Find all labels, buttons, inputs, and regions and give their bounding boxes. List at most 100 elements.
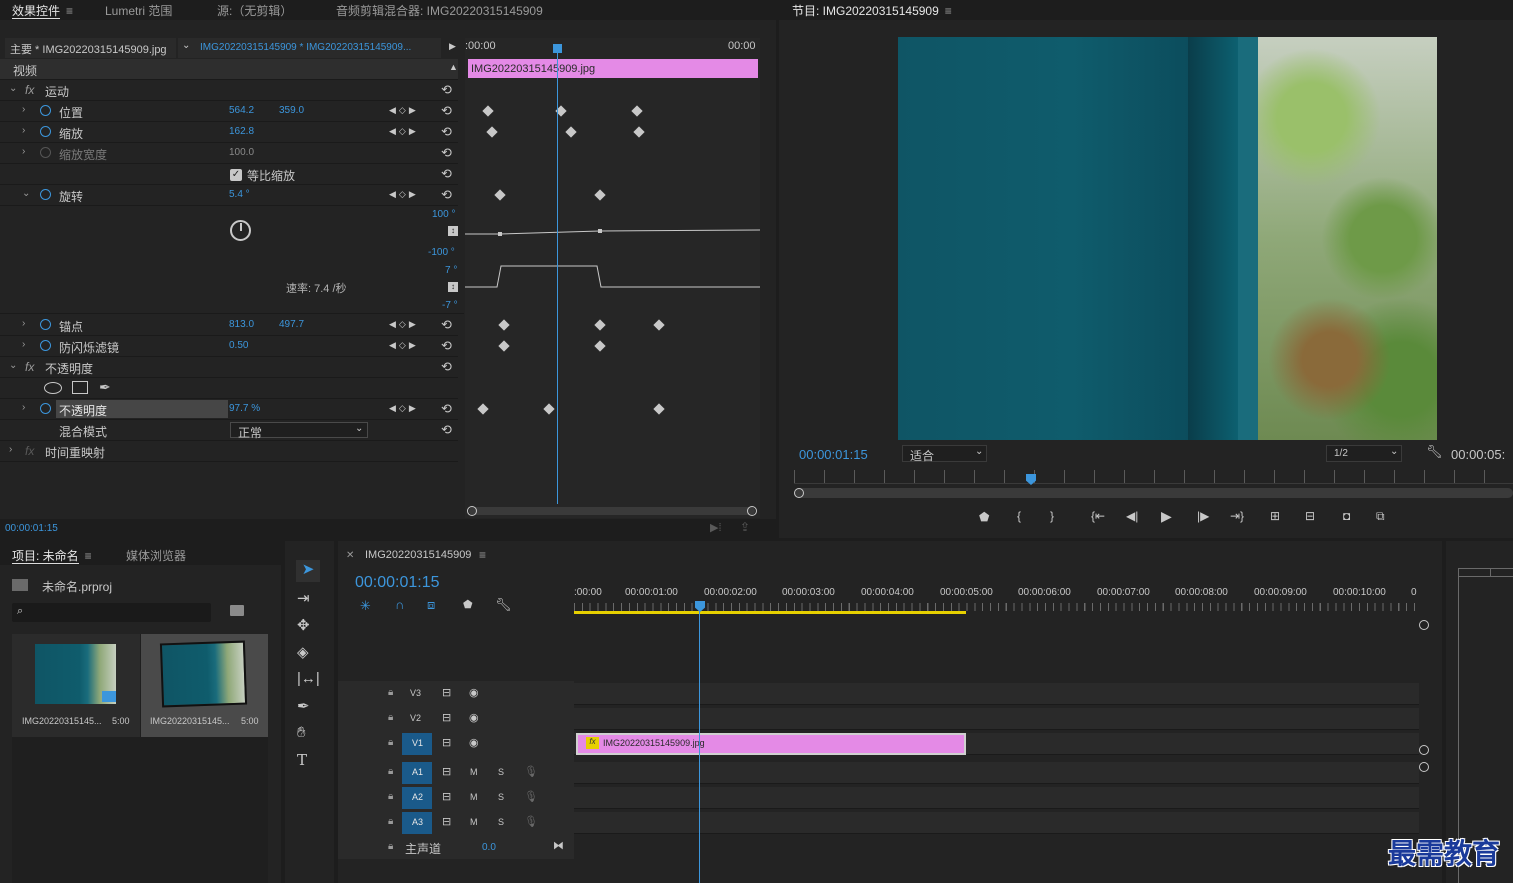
- anti-flicker-value[interactable]: 0.50: [229, 340, 248, 351]
- go-to-in-icon[interactable]: {⇤: [1091, 509, 1105, 523]
- new-bin-icon[interactable]: [230, 605, 244, 616]
- solo-button[interactable]: S: [498, 817, 504, 827]
- chevron-right-icon[interactable]: ›: [22, 125, 25, 136]
- position-x-value[interactable]: 564.2: [229, 105, 254, 116]
- selection-tool-icon[interactable]: ➤: [296, 560, 320, 582]
- track-select-icon[interactable]: ⇥: [297, 589, 310, 607]
- eye-icon[interactable]: ◉: [469, 711, 479, 724]
- tab-audio-clip-mixer[interactable]: 音频剪辑混合器: IMG20220315145909: [336, 2, 543, 19]
- tab-effect-controls[interactable]: 效果控件 ≡: [12, 2, 73, 19]
- stopwatch-icon[interactable]: [40, 105, 51, 116]
- mark-out-icon[interactable]: }: [1050, 509, 1054, 523]
- keyframe-navigator[interactable]: ◀◇▶: [389, 105, 419, 116]
- program-time-ruler[interactable]: [794, 470, 1513, 484]
- program-video-frame[interactable]: [898, 37, 1437, 440]
- lock-icon[interactable]: 🔒︎: [388, 737, 393, 748]
- filter-play-icon[interactable]: ▶⁞: [710, 521, 722, 534]
- reset-icon[interactable]: ⟲: [441, 422, 452, 438]
- ec-scrollbar[interactable]: [467, 506, 757, 516]
- ec-playhead-handle[interactable]: [553, 44, 562, 53]
- ec-playhead[interactable]: [557, 44, 558, 504]
- export-icon[interactable]: ⇪: [740, 520, 750, 534]
- type-tool-icon[interactable]: T: [297, 751, 307, 769]
- chevron-down-icon[interactable]: ⌄: [9, 83, 17, 94]
- lock-icon[interactable]: 🔒︎: [388, 766, 393, 777]
- keyframe[interactable]: [486, 126, 498, 138]
- anchor-y-value[interactable]: 497.7: [279, 319, 304, 330]
- reset-icon[interactable]: ⟲: [441, 338, 452, 354]
- scale-value[interactable]: 162.8: [229, 126, 254, 137]
- blend-mode-dropdown[interactable]: 正常 ⌄: [230, 422, 368, 440]
- keyframe[interactable]: [565, 126, 577, 138]
- microphone-icon[interactable]: 🎙︎: [524, 815, 538, 828]
- keyframe[interactable]: [594, 319, 606, 331]
- keyframe[interactable]: [631, 105, 643, 117]
- reset-icon[interactable]: ⟲: [441, 103, 452, 119]
- keyframe[interactable]: [498, 319, 510, 331]
- project-search-field[interactable]: ⌕: [12, 603, 211, 622]
- track-label[interactable]: V3: [410, 688, 421, 698]
- microphone-icon[interactable]: 🎙︎: [524, 765, 538, 778]
- solo-button[interactable]: S: [498, 767, 504, 777]
- keyframe[interactable]: [482, 105, 494, 117]
- keyframe[interactable]: [477, 403, 489, 415]
- film-icon[interactable]: ⊟: [442, 736, 451, 749]
- keyframe[interactable]: [653, 403, 665, 415]
- wrench-icon[interactable]: 🔧︎: [495, 597, 512, 613]
- tab-source[interactable]: 源:（无剪辑）: [217, 2, 292, 19]
- timeline-playhead[interactable]: [699, 609, 700, 883]
- panel-menu-icon[interactable]: ≡: [85, 549, 92, 563]
- ec-clip-bar[interactable]: IMG20220315145909.jpg: [468, 59, 758, 78]
- nest-toggle-icon[interactable]: ✳︎: [360, 598, 371, 614]
- reset-icon[interactable]: ⟲: [441, 359, 452, 375]
- graph-toggle-icon[interactable]: ↕: [448, 282, 458, 292]
- play-icon[interactable]: ▶: [1161, 508, 1172, 525]
- razor-tool-icon[interactable]: ◈: [297, 643, 309, 661]
- tab-project[interactable]: 项目: 未命名 ≡: [12, 547, 92, 564]
- project-item[interactable]: IMG20220315145... 5:00: [12, 634, 140, 737]
- camera-icon[interactable]: ◘: [1343, 509, 1350, 523]
- linked-selection-icon[interactable]: ⧈: [427, 597, 435, 613]
- lock-icon[interactable]: 🔒︎: [388, 712, 393, 723]
- snap-icon[interactable]: ∩: [395, 597, 404, 612]
- eye-icon[interactable]: ◉: [469, 686, 479, 699]
- reset-icon[interactable]: ⟲: [441, 82, 452, 98]
- ec-timecode[interactable]: 00:00:01:15: [5, 523, 58, 534]
- add-marker-icon[interactable]: ⬟: [463, 598, 473, 611]
- film-icon[interactable]: ⊟: [442, 815, 451, 828]
- panel-menu-icon[interactable]: ≡: [479, 548, 486, 562]
- play-arrow-icon[interactable]: ▶: [449, 41, 456, 52]
- pen-tool-icon[interactable]: ✒: [297, 697, 310, 715]
- resolution-dropdown[interactable]: 1/2 ⌄: [1326, 445, 1402, 462]
- rectangle-mask-icon[interactable]: [72, 381, 88, 394]
- reset-icon[interactable]: ⟲: [441, 166, 452, 182]
- lock-icon[interactable]: 🔒︎: [388, 791, 393, 802]
- add-marker-icon[interactable]: ⬟: [979, 510, 989, 524]
- collapse-icon[interactable]: ⧓: [553, 839, 564, 852]
- scroll-handle-icon[interactable]: [1419, 620, 1429, 630]
- uniform-scale-checkbox[interactable]: ✓: [230, 169, 242, 181]
- keyframe[interactable]: [543, 403, 555, 415]
- film-icon[interactable]: ⊟: [442, 790, 451, 803]
- reset-icon[interactable]: ⟲: [441, 401, 452, 417]
- chevron-right-icon[interactable]: ›: [22, 402, 25, 413]
- compare-view-icon[interactable]: ⧉: [1376, 509, 1385, 524]
- keyframe[interactable]: [653, 319, 665, 331]
- keyframe-navigator[interactable]: ◀◇▶: [389, 319, 419, 330]
- stopwatch-icon[interactable]: [40, 403, 51, 414]
- keyframe[interactable]: [498, 340, 510, 352]
- keyframe[interactable]: [633, 126, 645, 138]
- keyframe-navigator[interactable]: ◀◇▶: [389, 126, 419, 137]
- close-icon[interactable]: ✕: [346, 550, 354, 561]
- master-volume-value[interactable]: 0.0: [482, 842, 496, 853]
- ellipse-mask-icon[interactable]: [44, 382, 62, 394]
- sequence-clip-breadcrumb[interactable]: ⌄ IMG20220315145909 * IMG20220315145909.…: [178, 38, 441, 58]
- track-label[interactable]: V1: [412, 738, 423, 748]
- step-forward-icon[interactable]: |▶: [1197, 509, 1209, 523]
- chevron-right-icon[interactable]: ›: [9, 444, 12, 455]
- go-to-out-icon[interactable]: ⇥}: [1230, 509, 1244, 523]
- scroll-handle-icon[interactable]: [1419, 762, 1429, 772]
- program-timecode[interactable]: 00:00:01:15: [799, 447, 868, 462]
- film-icon[interactable]: ⊟: [442, 765, 451, 778]
- track-label[interactable]: A2: [412, 792, 423, 802]
